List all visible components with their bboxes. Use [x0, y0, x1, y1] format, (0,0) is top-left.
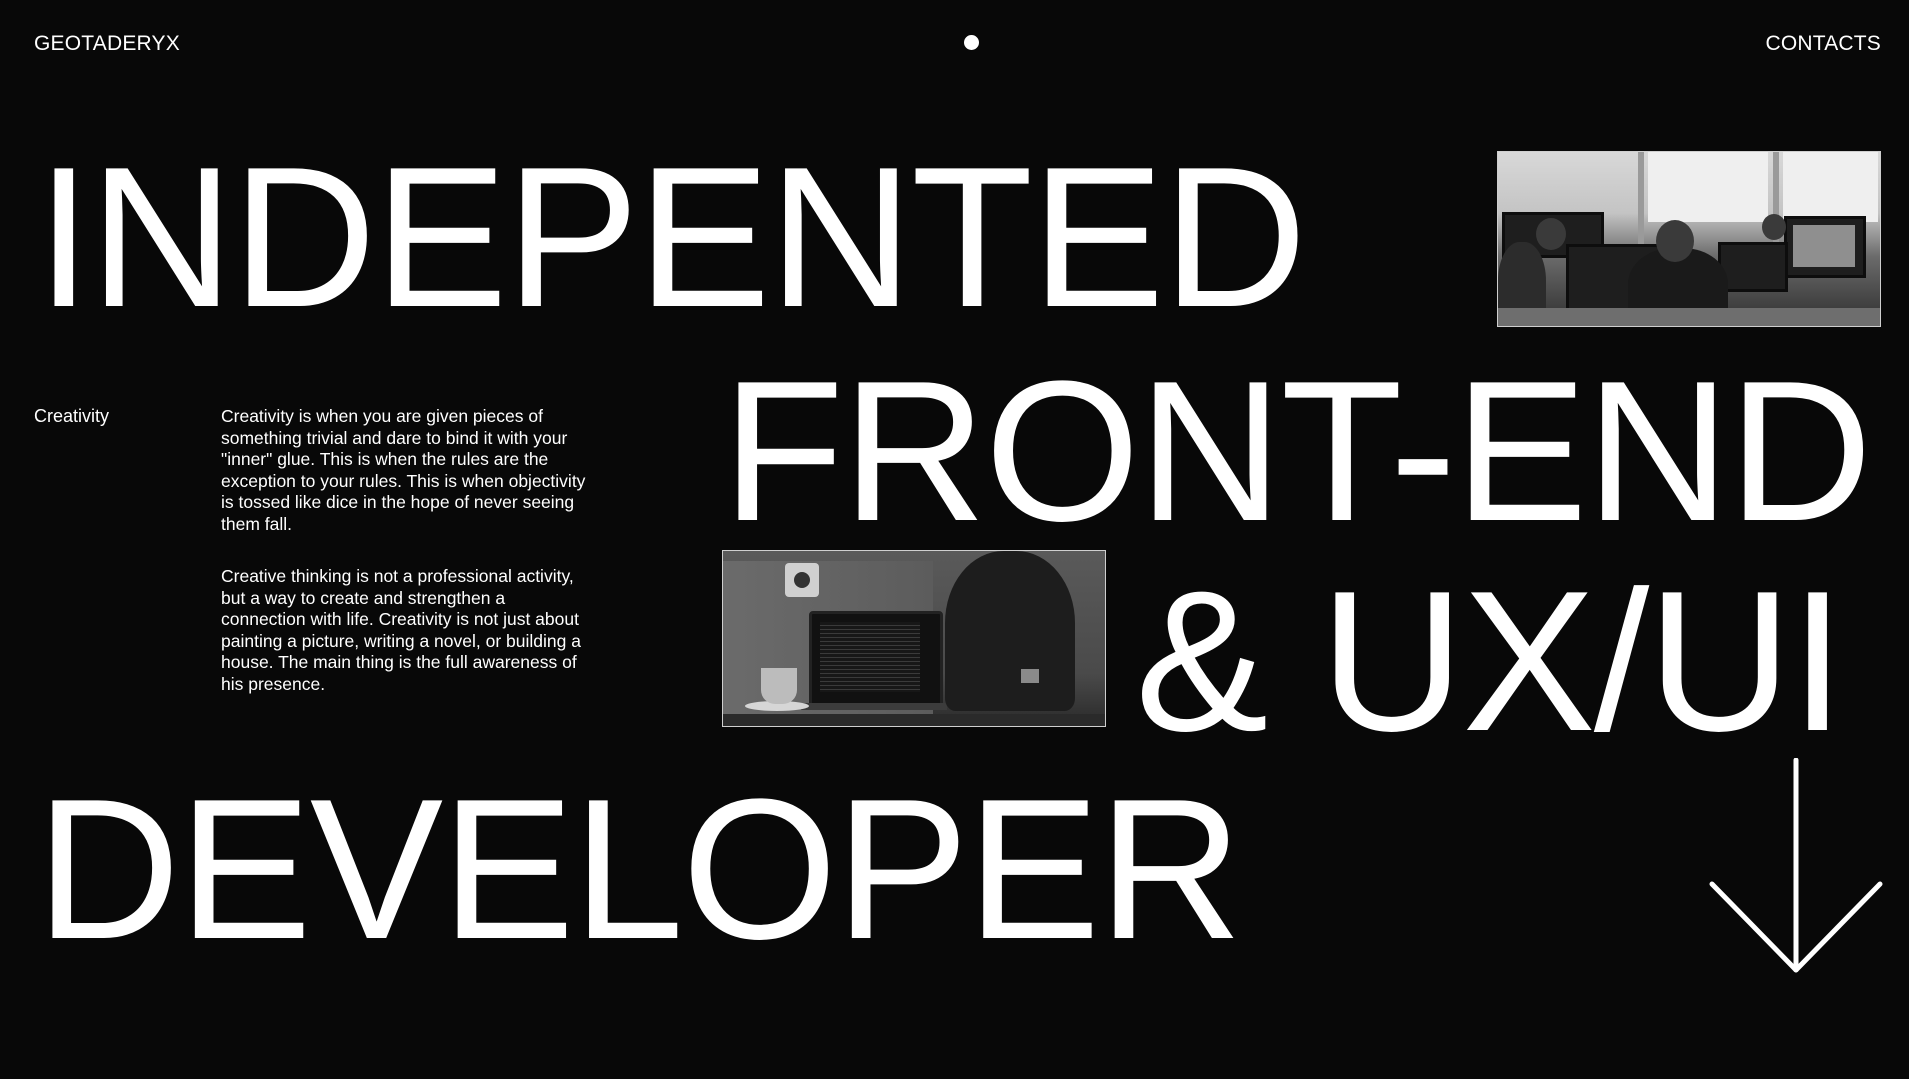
brand-logo[interactable]: GEOTADERYX [34, 32, 180, 56]
about-paragraph-2: Creative thinking is not a professional … [221, 566, 581, 694]
workspace-photo [722, 550, 1106, 727]
contacts-link[interactable]: CONTACTS [1765, 32, 1881, 56]
hero-line-1: INDEPENTED [36, 126, 1307, 349]
office-photo [1497, 151, 1881, 327]
hero-line-4: DEVELOPER [36, 758, 1243, 981]
dot-icon [964, 35, 979, 50]
landing-page: GEOTADERYX CONTACTS INDEPENTED FRONT-END… [0, 0, 1909, 1079]
about-paragraph-1: Creativity is when you are given pieces … [221, 406, 586, 534]
arrow-down-icon[interactable] [1708, 757, 1884, 978]
section-label: Creativity [34, 406, 110, 426]
hero-line-2: FRONT-END [722, 340, 1873, 563]
hero-line-3: & UX/UI [1135, 550, 1845, 773]
